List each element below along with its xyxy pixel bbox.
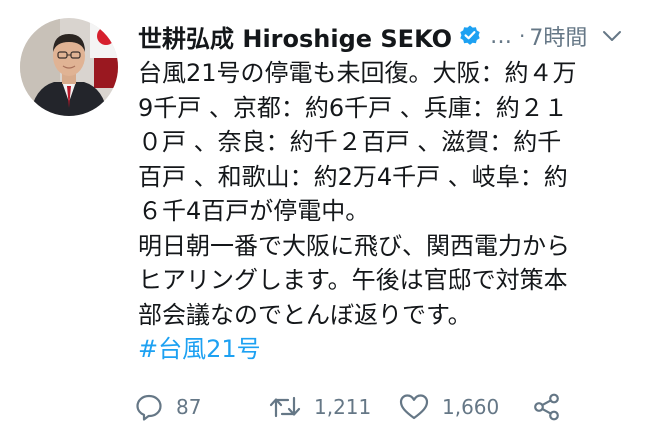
tweet-text: 台風21号の停電も未回復。大阪：約４万 9千戸 、京都：約6千戸 、兵庫：約２１…	[138, 56, 628, 367]
tweet-text-line: 9千戸 、京都：約6千戸 、兵庫：約２１	[138, 93, 568, 122]
avatar[interactable]	[20, 18, 118, 116]
reply-icon	[134, 392, 164, 422]
retweet-button[interactable]: 1,211	[268, 390, 371, 424]
hashtag-link[interactable]: #台風21号	[138, 335, 261, 363]
share-button[interactable]	[532, 390, 562, 424]
reply-button[interactable]: 87	[134, 390, 201, 424]
name-overflow-ellipsis: …	[490, 23, 514, 49]
tweet-text-line: 部会議なのでとんぼ返りです。	[138, 300, 472, 329]
like-count: 1,660	[442, 395, 500, 419]
separator-dot: ·	[519, 24, 526, 48]
share-icon	[532, 392, 562, 422]
chevron-down-icon[interactable]	[601, 28, 623, 44]
tweet-text-line: ６千4百戸が停電中。	[138, 197, 370, 225]
tweet-header: 世耕弘成 Hiroshige SEKO … · 7時間	[138, 16, 628, 56]
timestamp[interactable]: 7時間	[529, 20, 587, 52]
tweet-text-line: ヒアリングします。午後は官邸で対策本	[138, 266, 568, 294]
verified-badge-icon	[458, 24, 482, 48]
tweet-hashtag-line: #台風21号	[138, 332, 628, 367]
heart-icon	[398, 392, 430, 422]
reply-count: 87	[176, 395, 202, 419]
retweet-icon	[268, 392, 302, 422]
tweet-actions: 87 1,211 1,660	[134, 390, 634, 424]
tweet-text-line: 百戸 、和歌山：約2万4千戸 、岐阜：約	[138, 162, 568, 191]
display-name[interactable]: 世耕弘成 Hiroshige SEKO	[138, 19, 452, 54]
tweet-text-line: 明日朝一番で大阪に飛び、関西電力から	[138, 231, 570, 260]
tweet-text-line: ０戸 、奈良：約千２百戸 、滋賀：約千	[138, 128, 562, 156]
avatar-photo	[20, 18, 118, 116]
tweet: 世耕弘成 Hiroshige SEKO … · 7時間 台風21号の停電も未回復…	[0, 0, 646, 442]
tweet-text-line: 台風21号の停電も未回復。大阪：約４万	[138, 59, 577, 87]
like-button[interactable]: 1,660	[398, 390, 499, 424]
retweet-count: 1,211	[314, 395, 372, 419]
